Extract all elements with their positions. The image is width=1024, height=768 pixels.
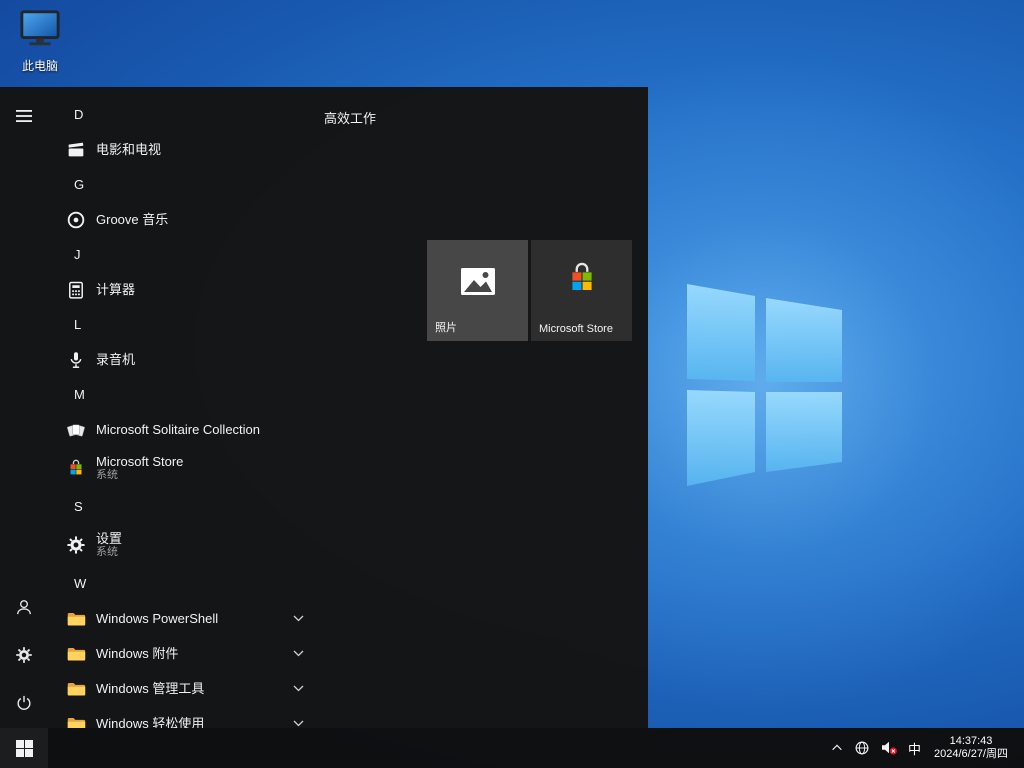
app-row-settings[interactable]: 设置 系统 (48, 524, 314, 566)
chevron-down-icon[interactable] (293, 650, 304, 657)
chevron-down-icon[interactable] (293, 685, 304, 692)
app-name: 电影和电视 (96, 142, 161, 157)
clock-date: 2024/6/27/周四 (934, 748, 1008, 761)
app-name: Windows 附件 (96, 646, 178, 661)
app-name: 录音机 (96, 352, 135, 367)
app-subtitle: 系统 (96, 546, 122, 559)
app-row-microsoft-store[interactable]: Microsoft Store 系统 (48, 447, 314, 489)
folder-icon (64, 677, 88, 701)
taskbar: 中 14:37:43 2024/6/27/周四 (0, 728, 1024, 768)
chevron-down-icon[interactable] (293, 720, 304, 727)
app-subtitle: 系统 (96, 469, 183, 482)
clock-time: 14:37:43 (934, 735, 1008, 748)
app-row-voice-recorder[interactable]: 录音机 (48, 342, 314, 377)
network-globe-icon (854, 740, 870, 756)
taskbar-clock[interactable]: 14:37:43 2024/6/27/周四 (926, 735, 1016, 761)
app-name: Windows 轻松使用 (96, 716, 204, 728)
tray-expand-button[interactable] (825, 728, 849, 768)
app-row-solitaire[interactable]: Microsoft Solitaire Collection (48, 412, 314, 447)
tile-microsoft-store[interactable]: Microsoft Store (531, 240, 632, 341)
movies-tv-icon (64, 138, 88, 162)
tile-photos[interactable]: 照片 (427, 240, 528, 341)
app-name-block: 设置 系统 (96, 531, 122, 559)
this-pc-icon (17, 8, 63, 50)
tile-label: 照片 (435, 319, 457, 335)
tile-group-title[interactable]: 高效工作 (324, 108, 376, 127)
section-letter-m[interactable]: M (48, 377, 314, 412)
section-letter-w[interactable]: W (48, 566, 314, 601)
section-letter-d[interactable]: D (48, 97, 314, 132)
screen: 此电脑 (0, 0, 1024, 768)
groove-music-icon (64, 208, 88, 232)
section-letter-g[interactable]: G (48, 167, 314, 202)
app-row-groove-music[interactable]: Groove 音乐 (48, 202, 314, 237)
desktop-icon-this-pc[interactable]: 此电脑 (12, 8, 68, 74)
photos-icon (427, 258, 528, 306)
chevron-up-icon (830, 741, 844, 755)
start-button[interactable] (0, 728, 48, 768)
start-menu-rail (0, 87, 48, 728)
section-letter-l[interactable]: L (48, 307, 314, 342)
app-name: Microsoft Store (96, 454, 183, 469)
app-name: Windows PowerShell (96, 611, 218, 626)
app-row-windows-admin-tools[interactable]: Windows 管理工具 (48, 671, 314, 706)
voice-recorder-icon (64, 348, 88, 372)
volume-muted-icon (880, 740, 898, 756)
app-name-block: Microsoft Store 系统 (96, 454, 183, 482)
desktop-icon-label: 此电脑 (12, 57, 68, 74)
store-icon (531, 258, 632, 304)
app-row-movies-tv[interactable]: 电影和电视 (48, 132, 314, 167)
chevron-down-icon[interactable] (293, 615, 304, 622)
power-icon (14, 693, 34, 713)
settings-gear-icon (64, 533, 88, 557)
tile-grid: 照片 Microsoft Store (427, 240, 632, 341)
app-name: Microsoft Solitaire Collection (96, 422, 260, 437)
app-row-windows-ease-of-access[interactable]: Windows 轻松使用 (48, 706, 314, 728)
menu-hamburger-icon (15, 107, 33, 125)
folder-icon (64, 642, 88, 666)
app-name: Groove 音乐 (96, 212, 168, 227)
settings-gear-icon (14, 645, 34, 665)
network-status-button[interactable] (849, 728, 875, 768)
volume-button[interactable] (875, 728, 903, 768)
app-row-windows-accessories[interactable]: Windows 附件 (48, 636, 314, 671)
section-letter-j[interactable]: J (48, 237, 314, 272)
windows-flag-icon (16, 740, 33, 757)
ime-indicator[interactable]: 中 (903, 728, 926, 768)
app-row-calculator[interactable]: 计算器 (48, 272, 314, 307)
store-icon (64, 456, 88, 480)
solitaire-icon (64, 418, 88, 442)
folder-icon (64, 712, 88, 729)
section-letter-s[interactable]: S (48, 489, 314, 524)
tile-label: Microsoft Store (539, 323, 613, 335)
folder-icon (64, 607, 88, 631)
start-menu: D 电影和电视 G Groove 音乐 (0, 87, 648, 728)
calculator-icon (64, 278, 88, 302)
app-name: 设置 (96, 531, 122, 546)
app-row-windows-powershell[interactable]: Windows PowerShell (48, 601, 314, 636)
user-account-icon (14, 597, 34, 617)
system-tray: 中 14:37:43 2024/6/27/周四 (825, 728, 1024, 768)
user-account-button[interactable] (0, 585, 48, 629)
app-name: Windows 管理工具 (96, 681, 204, 696)
start-menu-app-list: D 电影和电视 G Groove 音乐 (48, 87, 314, 728)
app-name: 计算器 (96, 282, 135, 297)
settings-button[interactable] (0, 633, 48, 677)
power-button[interactable] (0, 681, 48, 725)
hamburger-menu-button[interactable] (0, 94, 48, 138)
